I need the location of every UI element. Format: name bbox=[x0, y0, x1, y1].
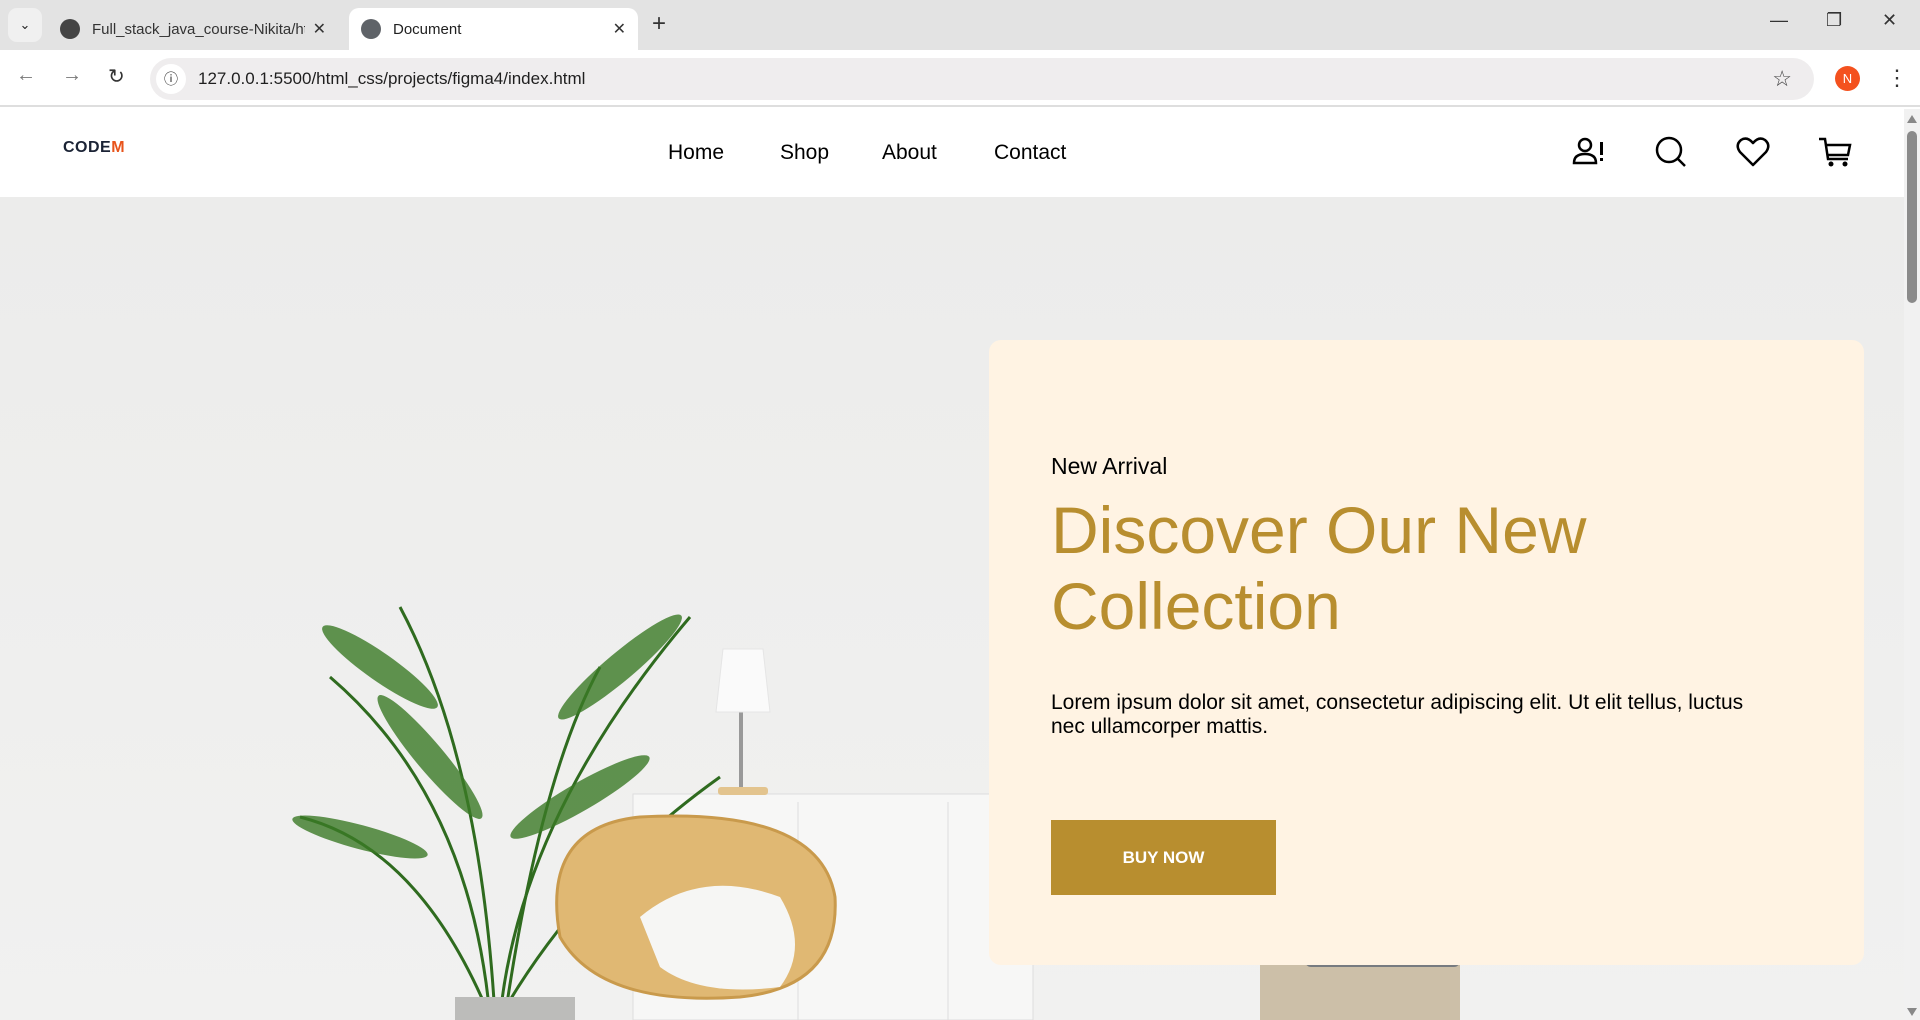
profile-avatar[interactable]: N bbox=[1835, 66, 1860, 91]
tab-title: Document bbox=[393, 20, 462, 38]
tab-github[interactable]: Full_stack_java_course-Nikita/ht ✕ bbox=[48, 8, 338, 50]
nav-shop[interactable]: Shop bbox=[780, 141, 829, 165]
search-icon[interactable] bbox=[1654, 135, 1688, 169]
hero-card: New Arrival Discover Our New Collection … bbox=[989, 340, 1864, 965]
nav-home[interactable]: Home bbox=[668, 141, 724, 165]
browser-toolbar: ← → ↻ ⓘ 127.0.0.1:5500/html_css/projects… bbox=[0, 50, 1920, 107]
heart-icon[interactable] bbox=[1736, 135, 1770, 169]
scroll-up-icon[interactable] bbox=[1907, 115, 1917, 123]
logo-mark: M bbox=[111, 139, 126, 156]
close-window-button[interactable]: ✕ bbox=[1882, 10, 1897, 31]
cart-icon[interactable] bbox=[1818, 135, 1852, 169]
url-text[interactable]: 127.0.0.1:5500/html_css/projects/figma4/… bbox=[198, 69, 585, 89]
hero-title: Discover Our New Collection bbox=[1051, 493, 1587, 643]
minimize-button[interactable]: — bbox=[1770, 10, 1788, 31]
site-header: CODEM Home Shop About Contact bbox=[0, 109, 1904, 197]
nav-about[interactable]: About bbox=[882, 141, 937, 165]
scroll-down-icon[interactable] bbox=[1907, 1008, 1917, 1016]
browser-menu-icon[interactable]: ⋮ bbox=[1886, 62, 1908, 94]
github-icon bbox=[60, 19, 80, 39]
forward-button[interactable]: → bbox=[62, 64, 82, 87]
address-bar[interactable]: ⓘ 127.0.0.1:5500/html_css/projects/figma… bbox=[150, 58, 1814, 100]
hero-kicker: New Arrival bbox=[1051, 453, 1168, 479]
reload-button[interactable]: ↻ bbox=[108, 64, 125, 89]
tab-title: Full_stack_java_course-Nikita/ht bbox=[92, 20, 305, 38]
tab-document[interactable]: Document ✕ bbox=[349, 8, 638, 50]
tab-search-button[interactable]: ⌄ bbox=[8, 8, 42, 42]
nav-contact[interactable]: Contact bbox=[994, 141, 1066, 165]
tab-bar: ⌄ Full_stack_java_course-Nikita/ht ✕ Doc… bbox=[0, 0, 1920, 50]
restore-button[interactable]: ❐ bbox=[1826, 10, 1842, 31]
logo-text: CODE bbox=[63, 139, 112, 156]
globe-icon bbox=[361, 19, 381, 39]
page-scrollbar[interactable] bbox=[1904, 109, 1920, 1020]
close-tab-icon[interactable]: ✕ bbox=[613, 19, 626, 39]
buy-now-button[interactable]: BUY NOW bbox=[1051, 820, 1276, 895]
hero-description: Lorem ipsum dolor sit amet, consectetur … bbox=[1051, 691, 1744, 738]
close-tab-icon[interactable]: ✕ bbox=[313, 19, 326, 39]
scrollbar-thumb[interactable] bbox=[1907, 131, 1917, 303]
back-button[interactable]: ← bbox=[16, 64, 36, 87]
logo[interactable]: CODEM bbox=[63, 139, 125, 157]
bookmark-star-icon[interactable]: ☆ bbox=[1772, 66, 1792, 92]
site-info-icon[interactable]: ⓘ bbox=[156, 64, 186, 94]
user-alert-icon[interactable] bbox=[1571, 135, 1605, 169]
hero-section: New Arrival Discover Our New Collection … bbox=[0, 197, 1904, 1020]
new-tab-button[interactable]: + bbox=[652, 10, 666, 38]
page-viewport: CODEM Home Shop About Contact New Arriva… bbox=[0, 109, 1904, 1020]
